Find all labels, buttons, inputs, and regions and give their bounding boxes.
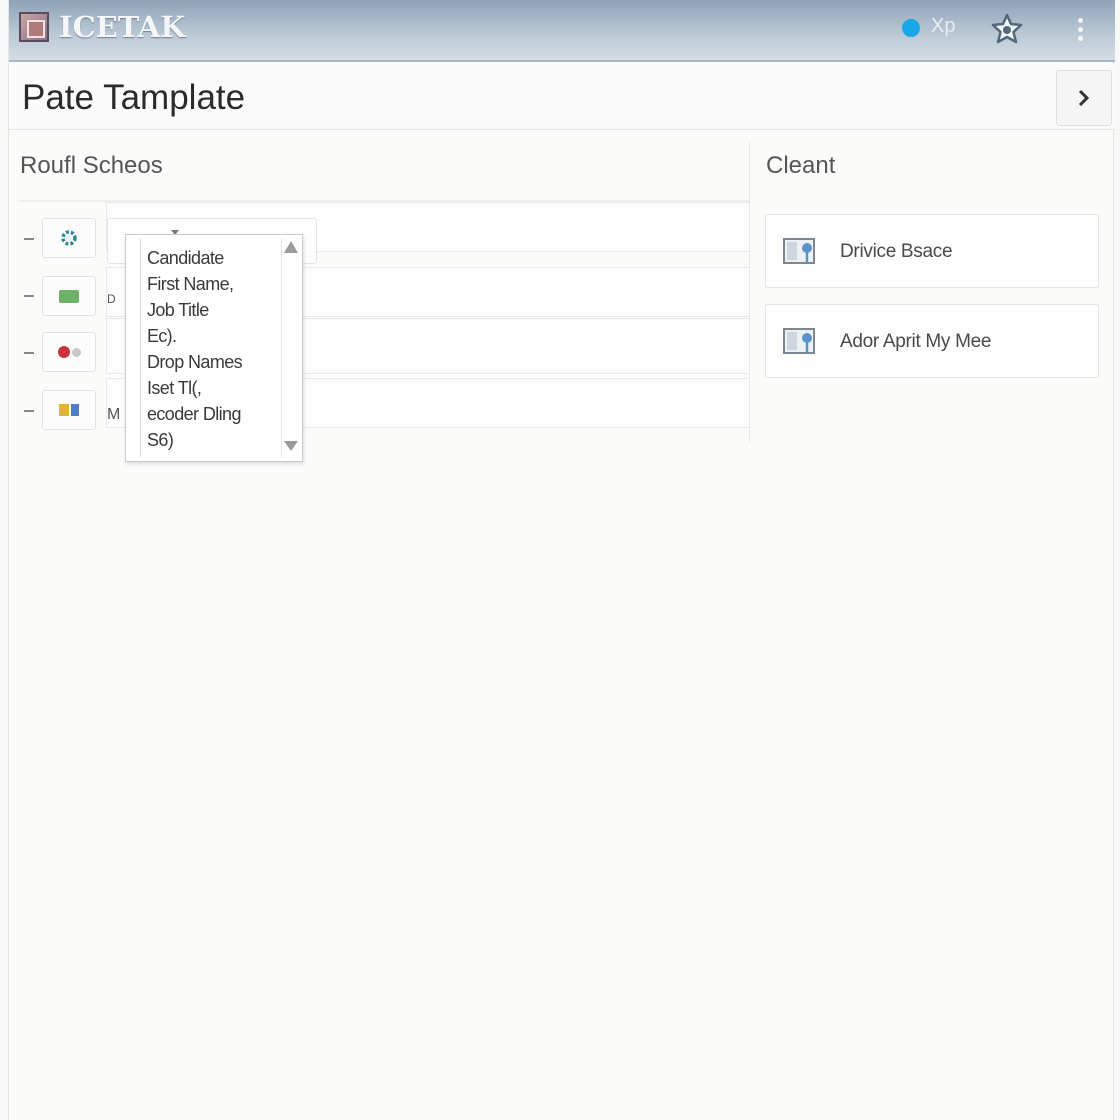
left-pane: Roufl Scheos D M <box>9 140 750 440</box>
kebab-dot <box>1077 26 1083 32</box>
dropdown-option[interactable]: ecoder Dling <box>147 401 279 427</box>
collapse-dash-icon[interactable] <box>24 352 34 354</box>
collapse-dash-icon[interactable] <box>24 238 34 240</box>
right-pane-title: Cleant <box>766 152 836 179</box>
yellow-block-icon <box>59 404 69 416</box>
dropdown-option[interactable]: Drop Names <box>147 349 279 375</box>
card-label: Ador Aprit My Mee <box>840 331 992 352</box>
app-name: ICETAK <box>59 10 186 44</box>
dropdown-option[interactable]: Candidate <box>147 245 279 271</box>
row-field-text: M <box>107 406 121 423</box>
scroll-down-icon[interactable] <box>284 441 298 451</box>
title-bar: ICETAK Xp <box>9 0 1115 62</box>
client-card[interactable]: Drivice Bsace <box>765 214 1099 288</box>
dropdown-guide-line <box>140 239 141 457</box>
star-icon <box>991 13 1023 44</box>
row-icon-button[interactable] <box>42 390 96 430</box>
chevron-right-icon <box>1078 89 1090 107</box>
dropdown-options: Candidate First Name, Job Title Ес). Dro… <box>147 245 279 453</box>
red-dot-icon <box>57 346 70 358</box>
collapse-dash-icon[interactable] <box>24 410 34 412</box>
star-button[interactable] <box>989 11 1025 47</box>
status-text[interactable]: Xp <box>931 15 955 38</box>
row-icon-button[interactable] <box>42 276 96 316</box>
page-title: Pate Tamplate <box>22 78 246 117</box>
client-card[interactable]: Ador Aprit My Mee <box>765 304 1099 378</box>
field-dropdown-list[interactable]: Candidate First Name, Job Title Ес). Dro… <box>125 234 303 462</box>
monitor-pin-icon <box>783 238 815 264</box>
gray-dot-icon <box>71 347 81 357</box>
pane-divider <box>749 142 750 442</box>
collapse-dash-icon[interactable] <box>24 295 34 297</box>
card-label: Drivice Bsace <box>840 241 953 262</box>
dropdown-option[interactable]: Iset Tl(, <box>147 375 279 401</box>
row-icon-button[interactable] <box>42 332 96 372</box>
page-header: Pate Tamplate <box>9 64 1115 130</box>
kebab-dot <box>1077 35 1083 41</box>
dropdown-option[interactable]: S6) <box>147 427 279 453</box>
dropdown-option[interactable]: Job Title <box>147 297 279 323</box>
kebab-dot <box>1077 17 1083 23</box>
app-window: ICETAK Xp Pate Tamplate Roufl Scheos D M… <box>8 0 1115 1120</box>
row-field-text: D <box>107 292 116 306</box>
status-dot-icon <box>902 19 920 37</box>
dropdown-scrollbar[interactable] <box>281 239 299 457</box>
dropdown-option[interactable]: Ес). <box>147 323 279 349</box>
scroll-up-icon[interactable] <box>284 241 298 253</box>
more-menu-button[interactable] <box>1067 12 1093 46</box>
blue-block-icon <box>71 404 79 416</box>
monitor-pin-icon <box>783 328 815 354</box>
gear-icon <box>61 230 77 246</box>
left-pane-title: Roufl Scheos <box>20 152 163 179</box>
green-tag-icon <box>59 289 79 303</box>
dropdown-option[interactable]: First Name, <box>147 271 279 297</box>
app-logo-icon <box>19 12 49 42</box>
row-icon-button[interactable] <box>42 218 96 258</box>
next-button[interactable] <box>1056 70 1112 126</box>
